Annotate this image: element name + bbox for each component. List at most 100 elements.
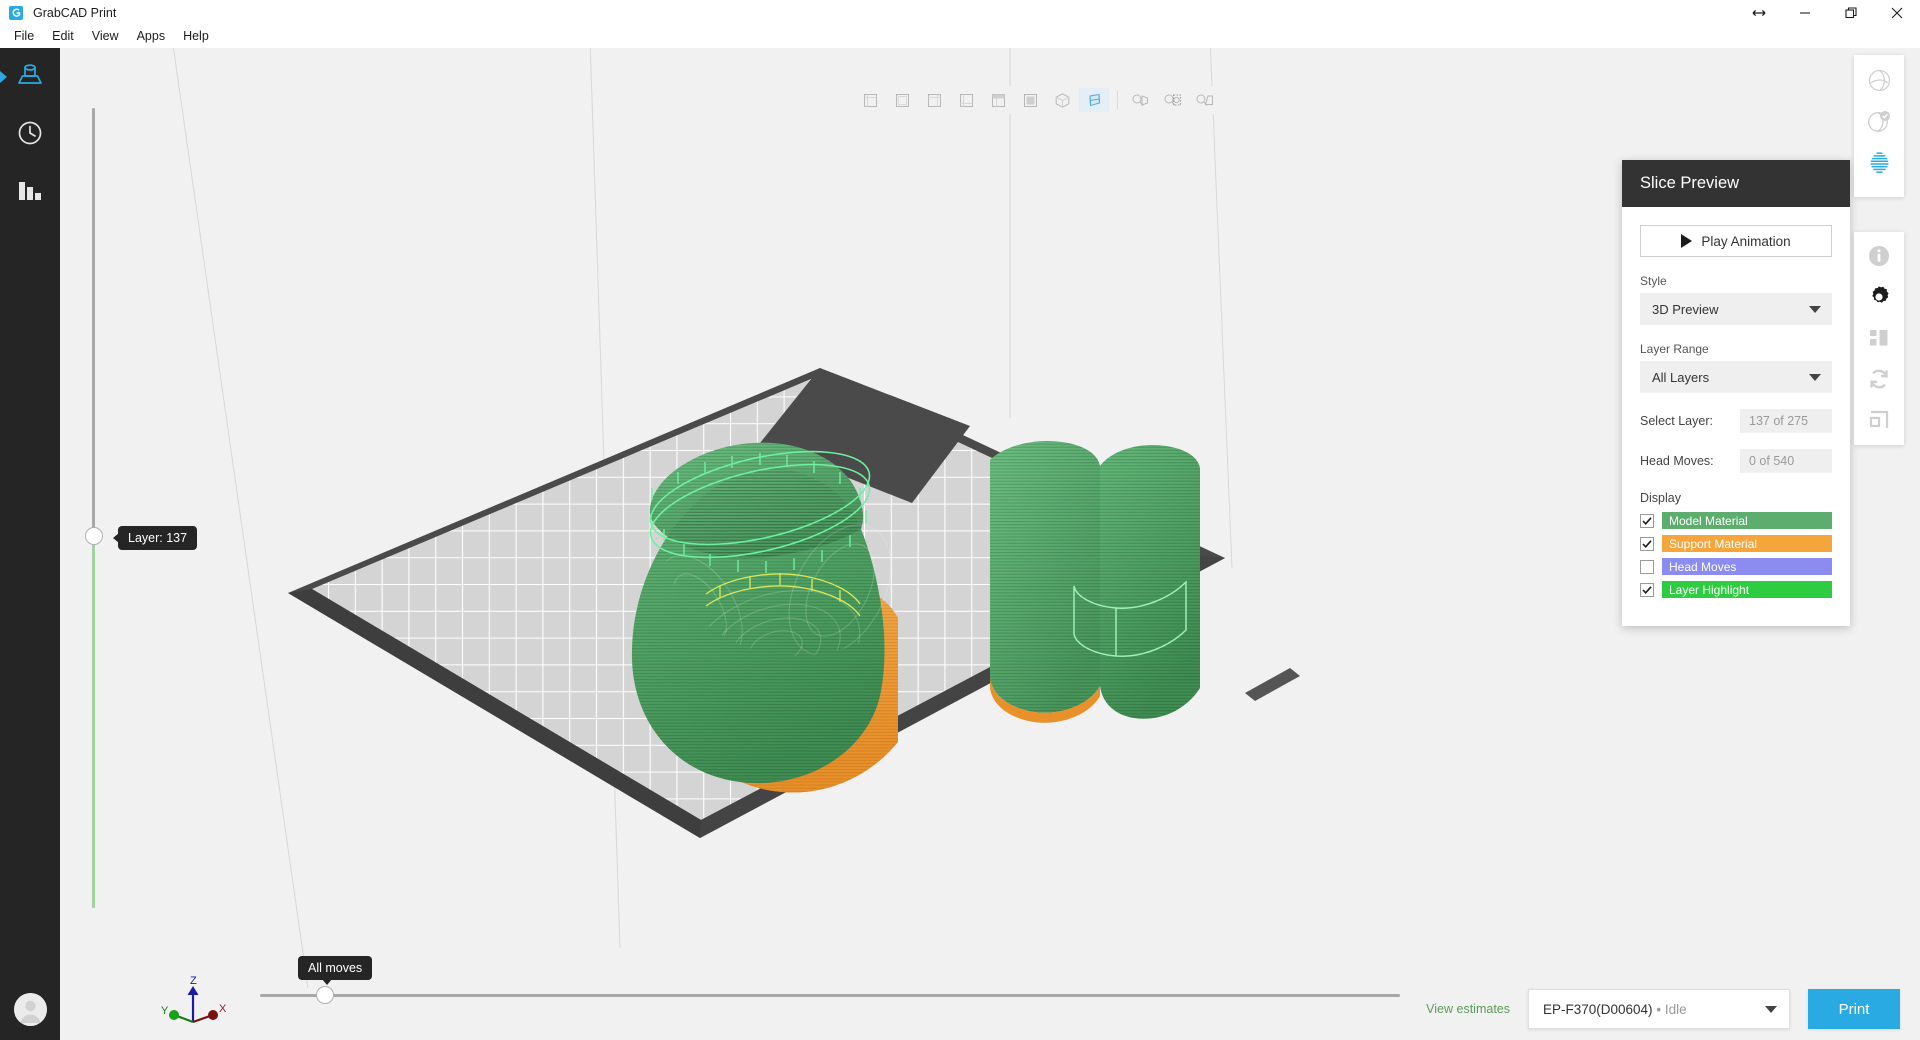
printer-name: EP-F370(D00604) xyxy=(1543,1002,1653,1017)
display-label: Display xyxy=(1640,491,1832,505)
left-sidebar xyxy=(0,48,60,1040)
bar-chart-icon xyxy=(16,179,44,208)
layer-slider-fill xyxy=(92,538,95,908)
tower-left-layer-lines xyxy=(990,441,1100,713)
close-button[interactable] xyxy=(1874,0,1920,25)
slice-preview-title: Slice Preview xyxy=(1622,160,1850,207)
scale-button[interactable] xyxy=(1856,402,1902,443)
clock-icon xyxy=(16,119,44,152)
refresh-icon xyxy=(1867,367,1891,396)
tower-right-layer-lines xyxy=(1100,445,1200,719)
axis-label-y: Y xyxy=(161,1005,169,1017)
play-animation-button[interactable]: Play Animation xyxy=(1640,225,1832,257)
display-row-layer-highlight: Layer Highlight xyxy=(1640,581,1832,598)
model-material-swatch[interactable]: Model Material xyxy=(1662,512,1832,529)
head-moves-slider-tooltip: All moves xyxy=(298,956,372,980)
sliced-model-secondary xyxy=(990,441,1200,723)
info-icon xyxy=(1867,244,1891,273)
head-moves-slider-thumb[interactable] xyxy=(316,986,334,1004)
printer-status: Idle xyxy=(1665,1002,1687,1017)
view-bottom-button[interactable] xyxy=(1015,88,1045,112)
view-toolbar xyxy=(850,86,1225,114)
menu-item-help[interactable]: Help xyxy=(174,27,218,46)
display-row-head-moves: Head Moves xyxy=(1640,558,1832,575)
menu-item-view[interactable]: View xyxy=(83,27,128,46)
layer-slider-thumb[interactable] xyxy=(85,527,103,545)
display-row-model-material: Model Material xyxy=(1640,512,1832,529)
orient-model-button[interactable] xyxy=(1856,62,1902,103)
zoom-fit-button[interactable] xyxy=(1126,88,1156,112)
zoom-window-button[interactable] xyxy=(1190,88,1220,112)
print-button[interactable]: Print xyxy=(1808,989,1900,1029)
head-moves-swatch[interactable]: Head Moves xyxy=(1662,558,1832,575)
model-info-button[interactable] xyxy=(1856,238,1902,279)
right-sidebar-view-tools xyxy=(1854,55,1904,197)
sphere-check-icon xyxy=(1867,109,1892,139)
layer-range-label: Layer Range xyxy=(1640,342,1832,356)
select-layer-input[interactable]: 137 of 275 xyxy=(1740,409,1832,433)
arrange-button[interactable] xyxy=(1856,320,1902,361)
sidebar-item-build-tray[interactable] xyxy=(0,48,60,106)
layer-slider-tooltip: Layer: 137 xyxy=(118,526,197,550)
sidebar-item-analytics[interactable] xyxy=(0,164,60,222)
title-bar: GrabCAD Print xyxy=(0,0,1920,25)
slice-preview-button[interactable] xyxy=(1856,144,1902,185)
layer-highlight-checkbox[interactable] xyxy=(1640,583,1654,597)
support-material-swatch[interactable]: Support Material xyxy=(1662,535,1832,552)
zoom-selection-button[interactable] xyxy=(1158,88,1188,112)
slice-preview-body: Play Animation Style 3D Preview Layer Ra… xyxy=(1622,207,1850,626)
restore-button[interactable] xyxy=(1828,0,1874,25)
style-label: Style xyxy=(1640,274,1832,288)
right-sidebar-settings-tools xyxy=(1854,232,1904,445)
chevron-down-icon xyxy=(1809,374,1821,381)
print-settings-button[interactable] xyxy=(1856,279,1902,320)
view-isometric-button[interactable] xyxy=(1047,88,1077,112)
style-select[interactable]: 3D Preview xyxy=(1640,293,1832,325)
head-moves-row: Head Moves: 0 of 540 xyxy=(1640,449,1832,473)
printer-select-text: EP-F370(D00604) • Idle xyxy=(1543,1002,1687,1017)
model-material-checkbox[interactable] xyxy=(1640,514,1654,528)
head-moves-checkbox[interactable] xyxy=(1640,560,1654,574)
menu-bar: File Edit View Apps Help xyxy=(0,25,1920,48)
view-right-button[interactable] xyxy=(951,88,981,112)
layer-slider[interactable]: Layer: 137 xyxy=(89,108,209,908)
toolbar-separator xyxy=(1117,91,1118,109)
minimize-button[interactable] xyxy=(1782,0,1828,25)
view-back-button[interactable] xyxy=(887,88,917,112)
window-title: GrabCAD Print xyxy=(33,6,116,20)
view-front-button[interactable] xyxy=(855,88,885,112)
printer-select[interactable]: EP-F370(D00604) • Idle xyxy=(1528,989,1790,1029)
slice-preview-panel: Slice Preview Play Animation Style 3D Pr… xyxy=(1622,160,1850,626)
head-moves-slider-track[interactable] xyxy=(260,994,1400,997)
sidebar-item-history[interactable] xyxy=(0,106,60,164)
resize-horizontal-icon[interactable] xyxy=(1736,0,1782,25)
menu-item-edit[interactable]: Edit xyxy=(43,27,83,46)
head-moves-input[interactable]: 0 of 540 xyxy=(1740,449,1832,473)
layer-range-value: All Layers xyxy=(1652,370,1709,385)
menu-item-file[interactable]: File xyxy=(5,27,43,46)
menu-item-apps[interactable]: Apps xyxy=(128,27,175,46)
play-icon xyxy=(1681,234,1692,248)
select-layer-row: Select Layer: 137 of 275 xyxy=(1640,409,1832,433)
axis-label-x: X xyxy=(219,1003,227,1015)
head-moves-slider[interactable]: All moves xyxy=(260,946,1460,1006)
head-moves-label: Head Moves: xyxy=(1640,454,1714,468)
validate-model-button[interactable] xyxy=(1856,103,1902,144)
layer-highlight-swatch[interactable]: Layer Highlight xyxy=(1662,581,1832,598)
layer-range-select[interactable]: All Layers xyxy=(1640,361,1832,393)
gear-icon xyxy=(1867,285,1891,314)
view-top-button[interactable] xyxy=(983,88,1013,112)
axis-label-z: Z xyxy=(190,975,197,987)
view-estimates-link[interactable]: View estimates xyxy=(1426,1002,1510,1016)
arrange-icon xyxy=(1867,326,1891,355)
grabcad-print-window: GrabCAD Print File Edit View Apps Help xyxy=(0,0,1920,1040)
support-material-checkbox[interactable] xyxy=(1640,537,1654,551)
view-left-button[interactable] xyxy=(919,88,949,112)
view-perspective-button[interactable] xyxy=(1079,88,1109,112)
chevron-down-icon xyxy=(1809,306,1821,313)
user-avatar-icon[interactable] xyxy=(14,993,47,1026)
display-row-support-material: Support Material xyxy=(1640,535,1832,552)
chevron-down-icon xyxy=(1765,1006,1777,1013)
sphere-orient-icon xyxy=(1867,68,1892,98)
refresh-button[interactable] xyxy=(1856,361,1902,402)
